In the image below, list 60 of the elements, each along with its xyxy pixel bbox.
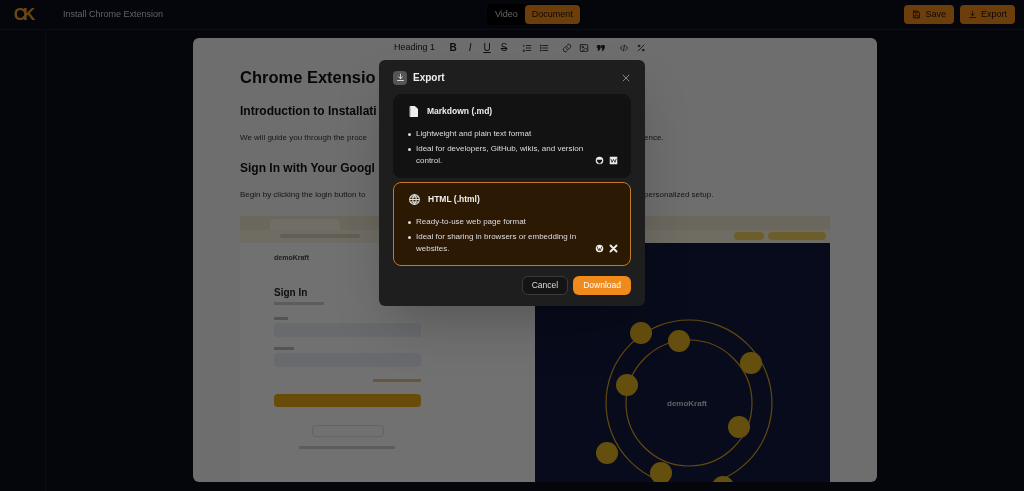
export-option-card[interactable]: HTML (.html) Ready-to-use web page format Ideal for sharing in browsers or embedding in websites.: [393, 182, 631, 266]
bullet-icon: [408, 148, 411, 151]
quote-icon: [596, 42, 606, 53]
option-description: Ideal for sharing in browsers or embedding in websites.: [416, 231, 578, 255]
save-button[interactable]: Save: [904, 5, 954, 24]
clear-format-icon: [636, 42, 646, 53]
bullet-icon: [408, 236, 411, 239]
option-title: Markdown (.md): [427, 105, 493, 118]
export-option-card[interactable]: Markdown (.md) Lightweight and plain text format Ideal for developers, GitHub, wikis, and version control.: [393, 94, 631, 178]
strike-button[interactable]: S: [499, 40, 509, 55]
close-icon: [621, 72, 631, 83]
option-description: Ideal for developers, GitHub, wikis, and version control.: [416, 143, 585, 167]
underline-button[interactable]: U: [482, 40, 492, 55]
code-button[interactable]: [619, 42, 629, 53]
download-icon: [968, 10, 977, 19]
paragraph-text: We will guide you through the proce: [240, 131, 368, 144]
option-description: Lightweight and plain text format: [416, 128, 532, 140]
w-letter-icon: [609, 156, 618, 165]
paragraph-text: Begin by clicking the login button to: [240, 188, 366, 201]
option-description: Ready-to-use web page format: [416, 216, 526, 228]
bullet-list-icon: [539, 42, 549, 53]
login-button[interactable]: [274, 394, 421, 408]
heading-dropdown[interactable]: Heading 1: [393, 40, 435, 55]
quote-button[interactable]: [596, 42, 606, 53]
export-button[interactable]: Export: [960, 5, 1015, 24]
option-title: HTML (.html): [428, 193, 480, 206]
section-heading: Sign In with Your Googl: [240, 159, 375, 177]
ordered-list-icon: [522, 42, 532, 53]
paragraph-text: personalized setup.: [644, 188, 714, 201]
close-button[interactable]: [621, 72, 631, 83]
download-button[interactable]: Download: [573, 276, 631, 295]
globe-icon: [408, 193, 421, 206]
bullet-icon: [408, 133, 411, 136]
clear-format-button[interactable]: [636, 42, 646, 53]
dialog-title: Export: [413, 71, 445, 85]
image-button[interactable]: [579, 42, 589, 53]
view-tab[interactable]: Document: [524, 4, 580, 25]
logo: CK: [13, 3, 33, 26]
bullet-list-button[interactable]: [539, 42, 549, 53]
wordpress-logo-icon: [595, 244, 604, 253]
image-icon: [579, 42, 589, 53]
link-button[interactable]: [562, 42, 572, 53]
link-line: [373, 379, 421, 383]
bold-button[interactable]: B: [448, 40, 458, 55]
link-icon: [562, 42, 572, 53]
cross-shapes-icon: [609, 244, 618, 253]
octocat-icon: [595, 156, 604, 165]
italic-button[interactable]: I: [465, 40, 475, 55]
page-title: Install Chrome Extension: [63, 7, 165, 21]
save-icon: [912, 10, 922, 19]
sign-in-heading: Sign In: [274, 286, 309, 301]
view-tab[interactable]: Video: [488, 4, 525, 25]
ordered-list-button[interactable]: [522, 42, 532, 53]
cancel-button[interactable]: Cancel: [521, 276, 569, 295]
hero-brand: demoKraft: [667, 397, 707, 410]
section-heading: Introduction to Installati: [240, 102, 377, 120]
code-icon: [619, 42, 629, 53]
document-title: Chrome Extensio: [240, 67, 376, 88]
bullet-icon: [408, 221, 411, 224]
document-icon: [408, 105, 420, 118]
